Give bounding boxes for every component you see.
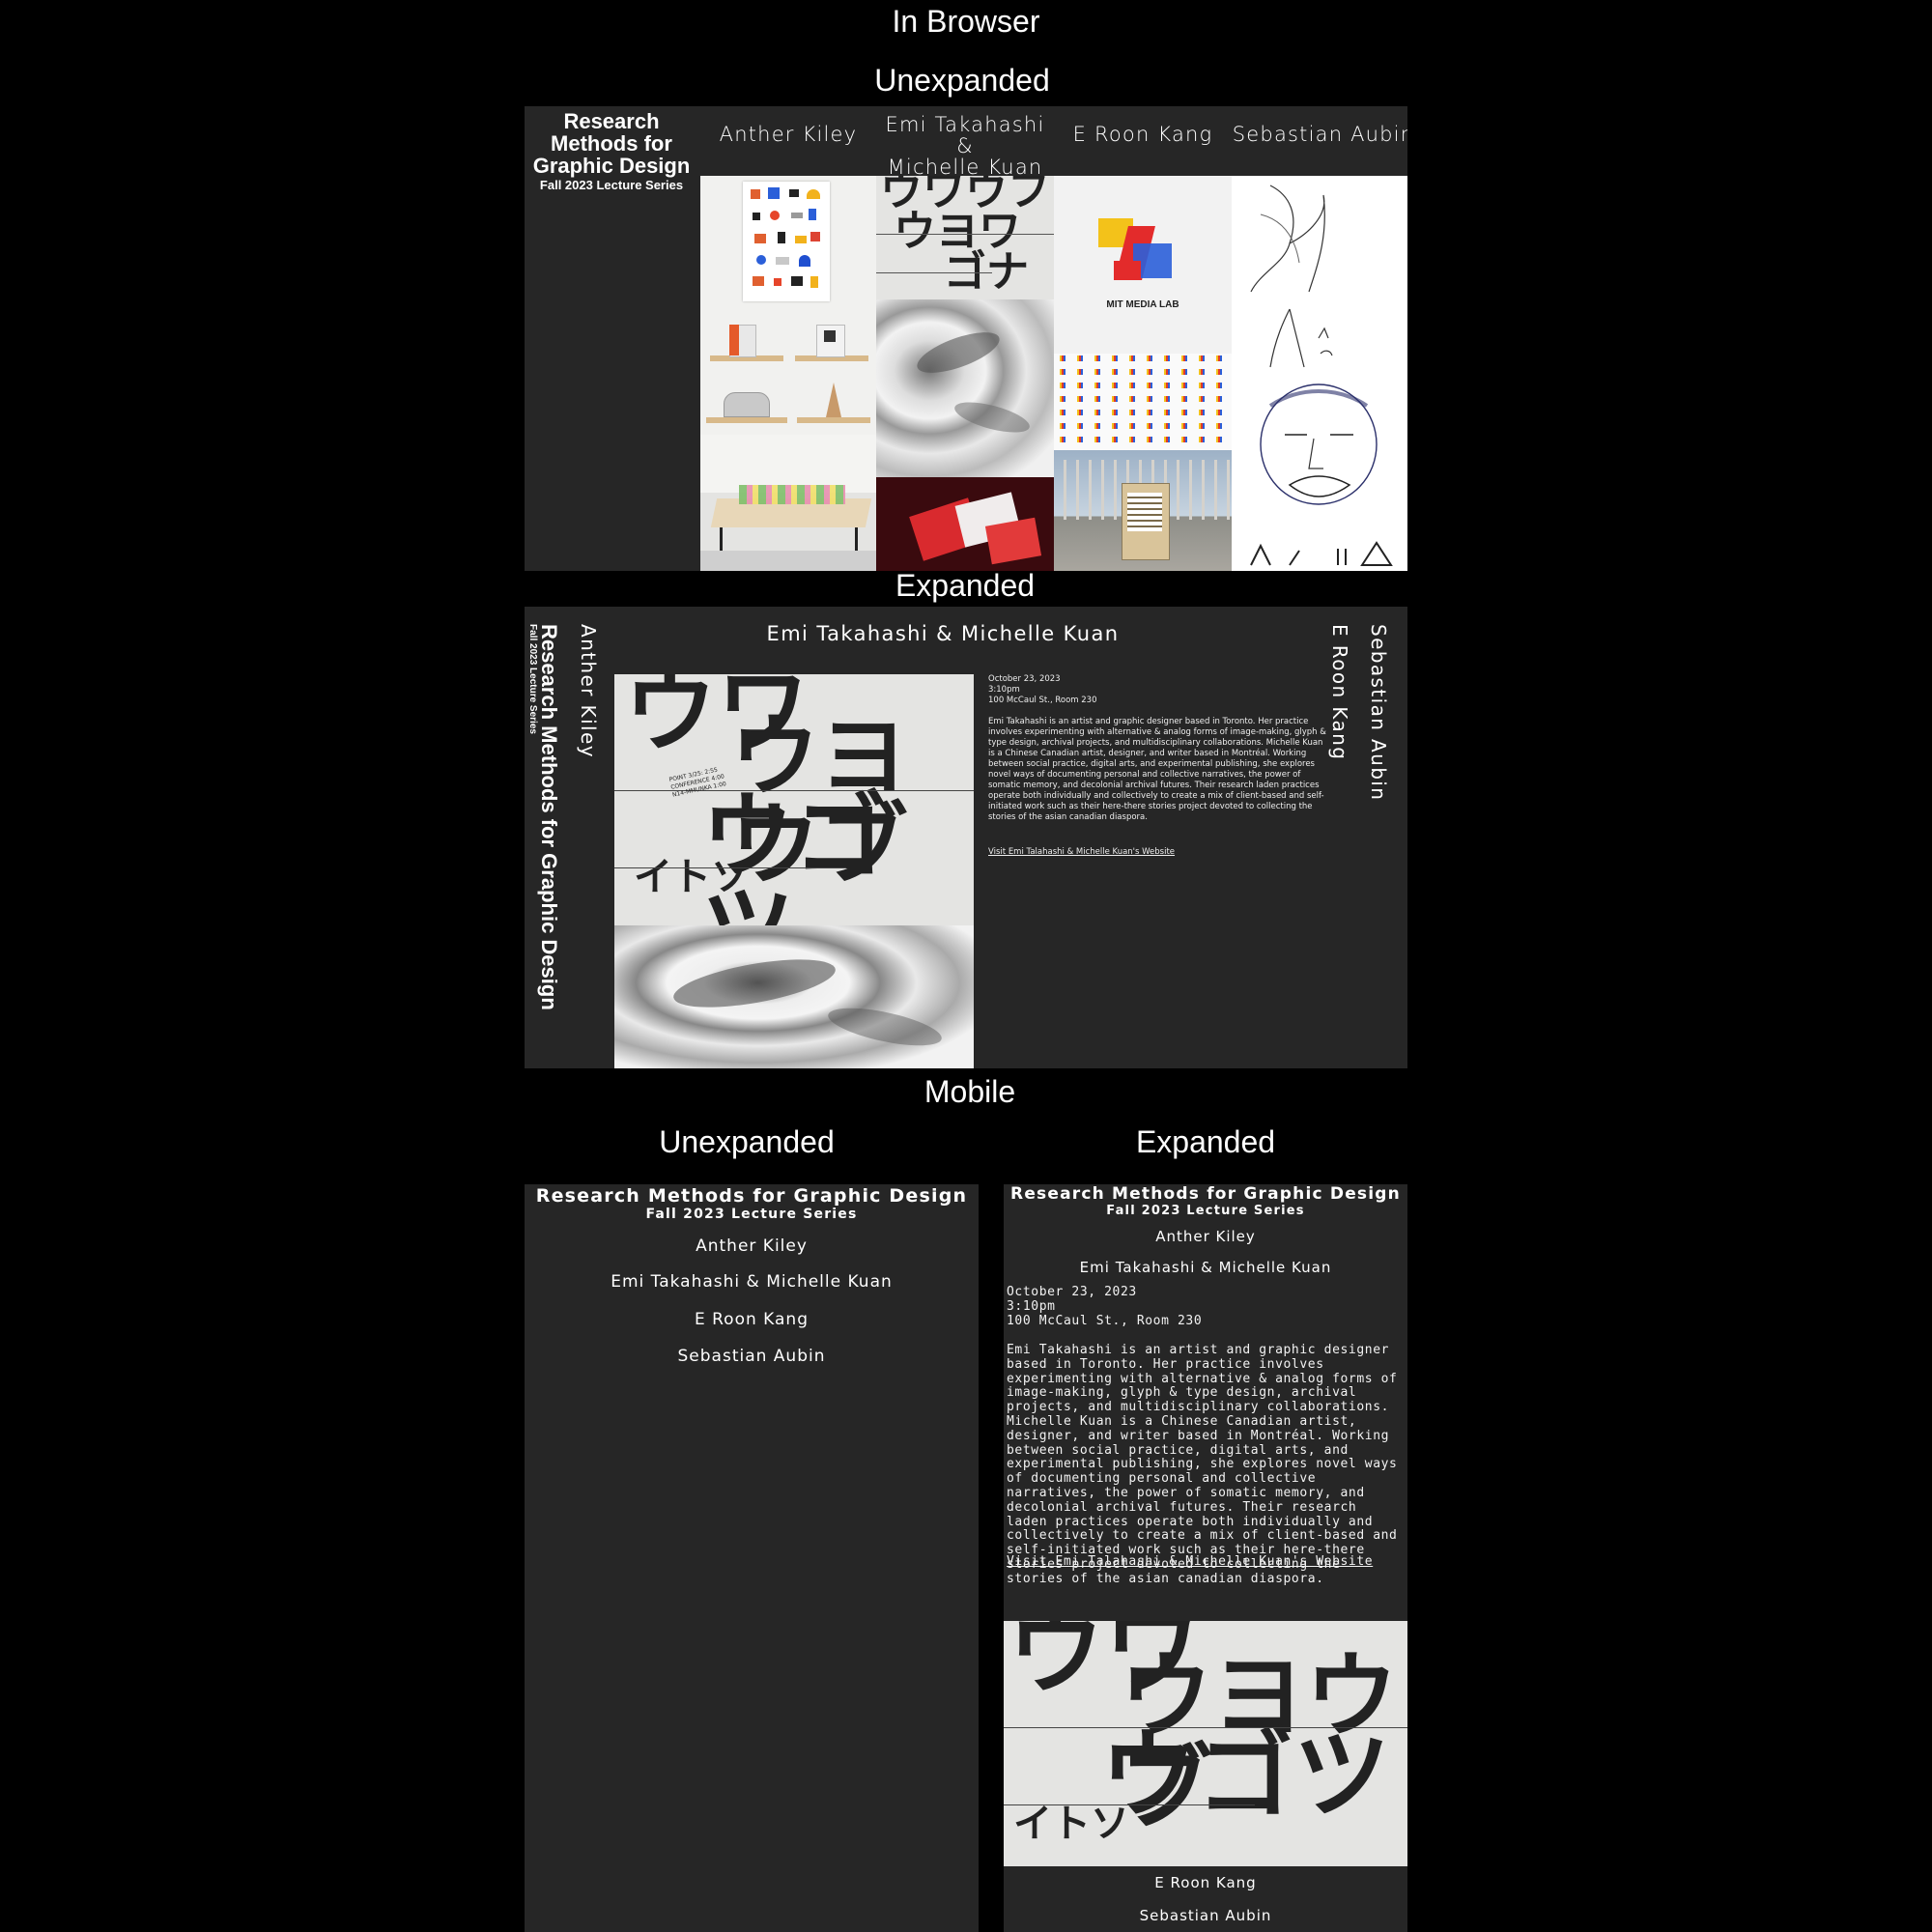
mobile-speaker-bio: Emi Takahashi is an artist and graphic d… bbox=[1007, 1343, 1398, 1586]
section-label-expanded: Expanded bbox=[895, 568, 1036, 603]
mobile-expanded-poster-image[interactable]: ウワ ウヨウブ ウゴツ イトソ bbox=[1004, 1621, 1407, 1866]
anther-model-image-2[interactable] bbox=[700, 371, 876, 435]
mobile-speaker-emi-michelle[interactable]: Emi Takahashi & Michelle Kuan bbox=[525, 1272, 979, 1292]
section-label-unexpanded: Unexpanded bbox=[874, 63, 1050, 98]
mobile-speaker-anther-kiley[interactable]: Anther Kiley bbox=[525, 1236, 979, 1256]
mobile-website-link[interactable]: Visit Emi Talahashi & Michelle Kuan's We… bbox=[1007, 1554, 1373, 1570]
section-label-in-browser: In Browser bbox=[892, 4, 1040, 39]
expanded-event-time: 3:10pm bbox=[988, 685, 1020, 695]
emi-marbling-image[interactable] bbox=[876, 299, 1054, 477]
aubin-face-drawing-image[interactable] bbox=[1232, 377, 1407, 571]
logo-variations-image[interactable] bbox=[1054, 354, 1232, 450]
mobile-expanded-speaker-anther-kiley[interactable]: Anther Kiley bbox=[1004, 1228, 1407, 1245]
mit-logo-text: MIT MEDIA LAB bbox=[1106, 299, 1179, 310]
mit-media-lab-logo-image[interactable]: MIT MEDIA LAB bbox=[1054, 176, 1232, 354]
aubin-figure-drawing-image[interactable] bbox=[1232, 299, 1407, 377]
mobile-event-location: 100 McCaul St., Room 230 bbox=[1007, 1314, 1203, 1328]
section-label-mobile: Mobile bbox=[923, 1074, 1016, 1109]
mobile-expanded-site-title[interactable]: Research Methods for Graphic Design Fall… bbox=[1004, 1184, 1407, 1218]
mobile-expanded-speaker-e-roon-kang[interactable]: E Roon Kang bbox=[1004, 1874, 1407, 1891]
speaker-tab-emi-michelle[interactable]: Emi Takahashi & Michelle Kuan bbox=[876, 114, 1054, 178]
site-subtitle: Fall 2023 Lecture Series bbox=[539, 178, 684, 192]
site-title[interactable]: Research Methods for Graphic Design Fall… bbox=[525, 110, 698, 194]
speaker-tab-anther-kiley[interactable]: Anther Kiley bbox=[700, 124, 876, 145]
site-title-line-1: Research bbox=[563, 109, 660, 133]
speaker-tab-e-roon-kang-vertical[interactable]: E Roon Kang bbox=[1328, 624, 1351, 760]
mobile-title-sub: Fall 2023 Lecture Series bbox=[645, 1207, 858, 1222]
urban-light-installation-image[interactable] bbox=[1054, 450, 1232, 571]
mobile-speaker-e-roon-kang[interactable]: E Roon Kang bbox=[525, 1310, 979, 1329]
mobile-expanded-view: Research Methods for Graphic Design Fall… bbox=[1004, 1184, 1407, 1932]
site-title-vertical[interactable]: Research Methods for Graphic Design bbox=[536, 624, 561, 1010]
speaker-tab-sebastian-aubin[interactable]: Sebastian Aubin bbox=[1232, 124, 1407, 145]
expanded-speaker-heading: Emi Takahashi & Michelle Kuan bbox=[766, 622, 1120, 645]
poster-sheet bbox=[743, 182, 830, 301]
speaker-tab-e-roon-kang[interactable]: E Roon Kang bbox=[1054, 124, 1232, 145]
mobile-title-main: Research Methods for Graphic Design bbox=[535, 1185, 968, 1207]
speaker-tab-emi-michelle-line-1: Emi Takahashi & bbox=[885, 113, 1045, 157]
site-title-line-2: Methods for bbox=[551, 131, 672, 156]
mobile-expanded-title-sub: Fall 2023 Lecture Series bbox=[1106, 1204, 1305, 1218]
mobile-event-date: October 23, 2023 bbox=[1007, 1285, 1137, 1299]
expanded-website-link[interactable]: Visit Emi Talahashi & Michelle Kuan's We… bbox=[988, 847, 1175, 858]
section-label-mobile-expanded: Expanded bbox=[1135, 1124, 1276, 1159]
expanded-event-location: 100 McCaul St., Room 230 bbox=[988, 696, 1097, 705]
emi-poster-image[interactable]: ウワウフ ウヨワ ゴナ bbox=[876, 176, 1054, 299]
speaker-tab-emi-michelle-line-2: Michelle Kuan bbox=[887, 156, 1043, 179]
site-title-line-3: Graphic Design bbox=[532, 154, 691, 178]
mobile-event-time: 3:10pm bbox=[1007, 1299, 1056, 1314]
mobile-site-title[interactable]: Research Methods for Graphic Design Fall… bbox=[525, 1184, 979, 1222]
anther-gallery-image[interactable] bbox=[700, 435, 876, 571]
mobile-speaker-sebastian-aubin[interactable]: Sebastian Aubin bbox=[525, 1347, 979, 1366]
aubin-hand-drawing-image[interactable] bbox=[1232, 176, 1407, 299]
site-subtitle-vertical: Fall 2023 Lecture Series bbox=[527, 624, 538, 734]
browser-unexpanded-view: Research Methods for Graphic Design Fall… bbox=[525, 106, 1407, 571]
expanded-poster-image[interactable]: ウワ ウヨウブ ウゴツ イトソ POINT 3/25: 2:55 CONFERE… bbox=[614, 674, 974, 925]
browser-expanded-view: Research Methods for Graphic Design Fall… bbox=[525, 607, 1407, 1068]
speaker-tab-sebastian-aubin-vertical[interactable]: Sebastian Aubin bbox=[1367, 624, 1390, 801]
expanded-event-date: October 23, 2023 bbox=[988, 674, 1061, 684]
expanded-marbling-image[interactable] bbox=[614, 925, 974, 1068]
anther-model-image-1[interactable] bbox=[700, 307, 876, 371]
mobile-expanded-speaker-sebastian-aubin[interactable]: Sebastian Aubin bbox=[1004, 1907, 1407, 1924]
mobile-unexpanded-view: Research Methods for Graphic Design Fall… bbox=[525, 1184, 979, 1932]
expanded-speaker-bio: Emi Takahashi is an artist and graphic d… bbox=[988, 717, 1326, 822]
emi-publication-image[interactable] bbox=[876, 477, 1054, 571]
anther-poster-image[interactable] bbox=[700, 176, 876, 307]
mobile-expanded-title-main: Research Methods for Graphic Design bbox=[1010, 1184, 1401, 1204]
speaker-tab-anther-kiley-vertical[interactable]: Anther Kiley bbox=[577, 624, 600, 758]
mobile-expanded-speaker-emi-michelle[interactable]: Emi Takahashi & Michelle Kuan bbox=[1004, 1259, 1407, 1276]
